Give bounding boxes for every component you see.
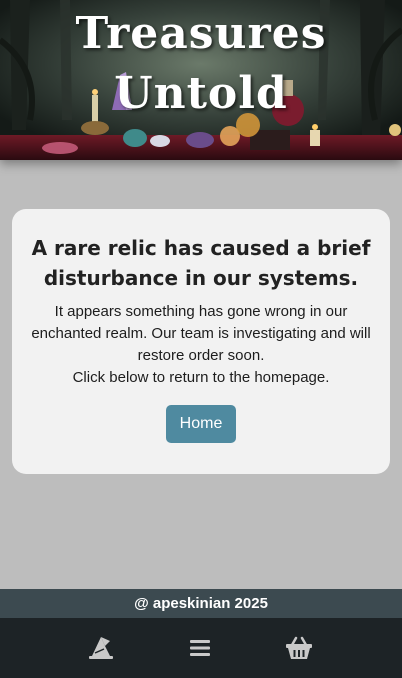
site-title: Treasures Untold bbox=[0, 4, 402, 124]
wizard-hat-icon bbox=[89, 637, 113, 659]
site-title-line1: Treasures bbox=[75, 8, 327, 59]
basket-icon bbox=[286, 636, 312, 659]
error-message: It appears something has gone wrong in o… bbox=[31, 303, 371, 364]
hero-banner: Treasures Untold bbox=[0, 0, 402, 160]
error-card: A rare relic has caused a brief disturba… bbox=[12, 209, 390, 474]
error-title: A rare relic has caused a brief disturba… bbox=[31, 236, 371, 290]
basket-nav-button[interactable] bbox=[282, 631, 316, 665]
footer-credit: @ apeskinian 2025 bbox=[0, 589, 402, 618]
home-button[interactable]: Home bbox=[166, 405, 236, 443]
menu-nav-button[interactable] bbox=[183, 631, 217, 665]
site-title-line2: Untold bbox=[114, 68, 288, 119]
menu-icon bbox=[190, 640, 210, 656]
bottom-nav bbox=[0, 618, 402, 678]
error-instruction: Click below to return to the homepage. bbox=[72, 369, 330, 386]
wizard-hat-nav-button[interactable] bbox=[84, 631, 118, 665]
